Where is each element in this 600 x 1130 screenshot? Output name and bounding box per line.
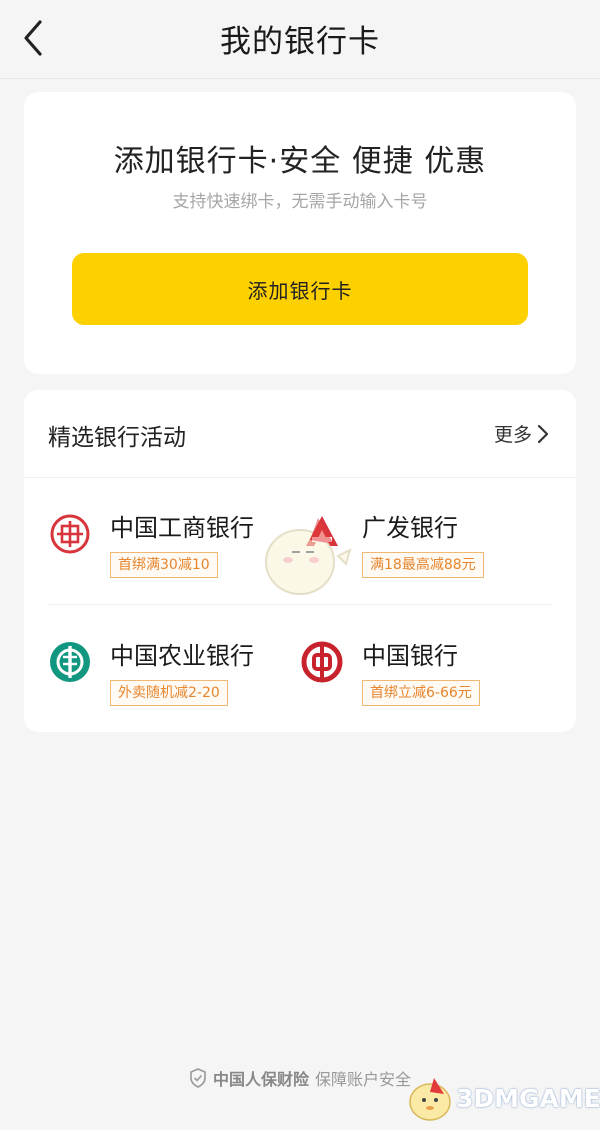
bank-item-boc[interactable]: 中国银行 首绑立减6-66元: [300, 636, 550, 726]
bank-name: 广发银行: [362, 514, 458, 542]
watermark-text: 3DMGAME: [456, 1083, 600, 1113]
more-link[interactable]: 更多: [494, 420, 550, 447]
bank-name: 中国工商银行: [110, 514, 254, 542]
chevron-right-icon: [537, 424, 549, 443]
footer-text: 保障账户安全: [315, 1070, 412, 1089]
bank-name: 中国银行: [362, 642, 458, 670]
site-watermark: 3DMGAME: [404, 1072, 600, 1124]
promo-badge: 满18最高减88元: [362, 552, 484, 578]
more-label: 更多: [493, 424, 532, 446]
promo-badge: 外卖随机减2-20: [110, 680, 228, 706]
add-card-headline: 添加银行卡·安全 便捷 优惠: [113, 144, 487, 179]
shield-check-icon: [190, 1068, 206, 1088]
mascot-logo-icon: [409, 1078, 451, 1121]
boc-logo-icon: [301, 641, 343, 683]
add-bank-card-button[interactable]: 添加银行卡: [72, 253, 528, 325]
add-card-subtitle: 支持快速绑卡，无需手动输入卡号: [172, 192, 428, 212]
insurer-name: 中国人保财险: [212, 1070, 309, 1089]
bank-name: 中国农业银行: [110, 642, 254, 670]
promotions-header: 精选银行活动 更多: [24, 390, 576, 478]
page-title: 我的银行卡: [220, 24, 380, 60]
bank-item-abc[interactable]: 中国农业银行 外卖随机减2-20: [48, 636, 298, 726]
mascot-watermark-icon: [265, 518, 352, 595]
promo-badge: 首绑满30减10: [110, 552, 218, 578]
abc-logo-icon: [50, 642, 90, 682]
add-card-panel: 添加银行卡·安全 便捷 优惠 支持快速绑卡，无需手动输入卡号 添加银行卡: [24, 92, 576, 374]
promo-badge: 首绑立减6-66元: [362, 680, 480, 706]
nav-bar: 我的银行卡: [0, 0, 600, 79]
icbc-logo-icon: [50, 514, 90, 554]
promotions-title: 精选银行活动: [48, 425, 186, 451]
